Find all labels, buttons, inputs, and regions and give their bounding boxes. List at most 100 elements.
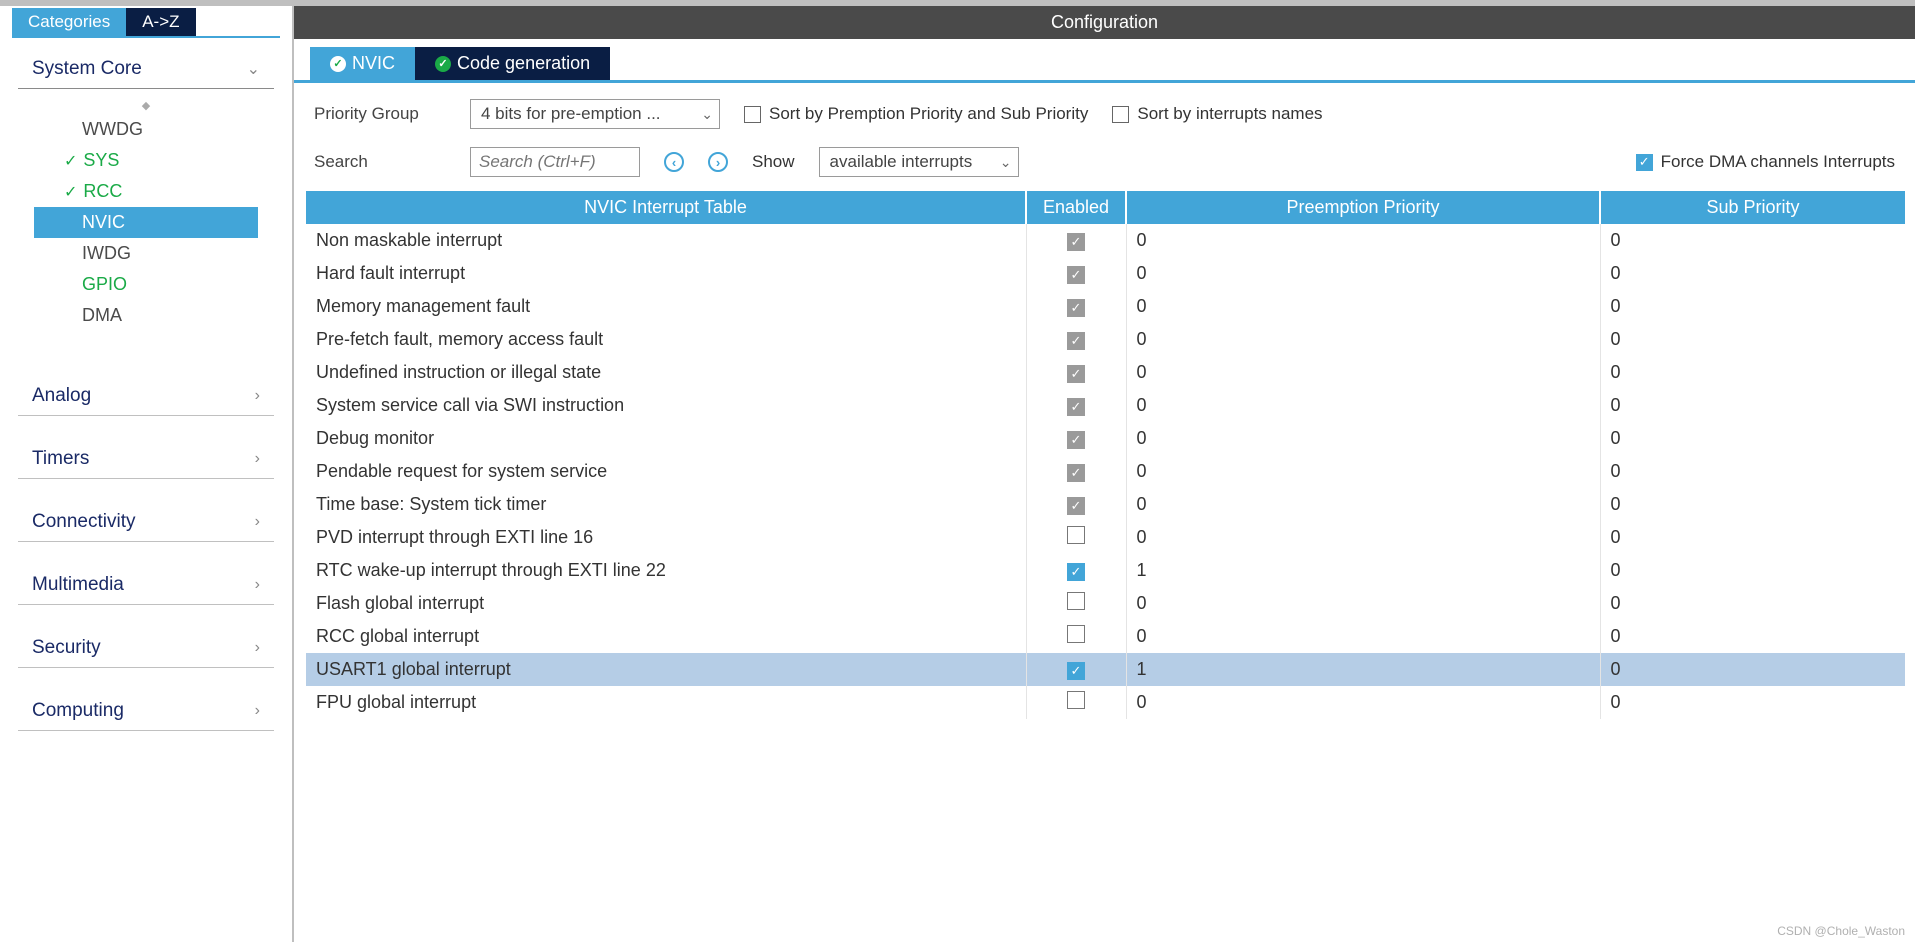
category-timers[interactable]: Timers › [18, 438, 274, 479]
enabled-cell[interactable] [1026, 587, 1126, 620]
enabled-cell[interactable]: ✓ [1026, 653, 1126, 686]
tab-a-to-z[interactable]: A->Z [126, 8, 195, 36]
preemption-priority[interactable]: 0 [1126, 587, 1600, 620]
preemption-priority[interactable]: 0 [1126, 356, 1600, 389]
preemption-priority[interactable]: 0 [1126, 257, 1600, 290]
enabled-cell: ✓ [1026, 290, 1126, 323]
force-dma-checkbox[interactable]: ✓ Force DMA channels Interrupts [1636, 152, 1895, 172]
sub-priority[interactable]: 0 [1600, 554, 1905, 587]
sub-priority[interactable]: 0 [1600, 686, 1905, 719]
enabled-cell[interactable]: ✓ [1026, 554, 1126, 587]
table-row[interactable]: Pre-fetch fault, memory access fault✓00 [306, 323, 1905, 356]
priority-group-select[interactable]: 4 bits for pre-emption ... ⌄ [470, 99, 720, 129]
chevron-down-icon: ⌄ [1000, 154, 1012, 171]
chevron-right-icon: › [255, 387, 260, 405]
table-row[interactable]: Hard fault interrupt✓00 [306, 257, 1905, 290]
preemption-priority[interactable]: 0 [1126, 488, 1600, 521]
sidebar-item-nvic[interactable]: NVIC [34, 207, 258, 238]
table-row[interactable]: FPU global interrupt00 [306, 686, 1905, 719]
sort-by-priority-checkbox[interactable]: Sort by Premption Priority and Sub Prior… [744, 104, 1088, 124]
tab-nvic[interactable]: ✓ NVIC [310, 47, 415, 80]
preemption-priority[interactable]: 0 [1126, 290, 1600, 323]
sidebar-item-label: GPIO [82, 274, 127, 295]
table-row[interactable]: RCC global interrupt00 [306, 620, 1905, 653]
table-row[interactable]: PVD interrupt through EXTI line 16 00 [306, 521, 1905, 554]
table-row[interactable]: Flash global interrupt00 [306, 587, 1905, 620]
checkbox-label: Sort by interrupts names [1137, 104, 1322, 124]
table-row[interactable]: USART1 global interrupt✓10 [306, 653, 1905, 686]
sub-priority[interactable]: 0 [1600, 290, 1905, 323]
checkbox-checked-icon: ✓ [1067, 431, 1085, 449]
sidebar-item-gpio[interactable]: GPIO [34, 269, 258, 300]
checkbox-unchecked-icon [1067, 592, 1085, 610]
col-header-name[interactable]: NVIC Interrupt Table [306, 191, 1026, 224]
preemption-priority[interactable]: 0 [1126, 620, 1600, 653]
interrupt-name: Pre-fetch fault, memory access fault [306, 323, 1026, 356]
sub-priority[interactable]: 0 [1600, 257, 1905, 290]
preemption-priority[interactable]: 1 [1126, 653, 1600, 686]
category-label: Timers [32, 448, 89, 470]
interrupt-name: PVD interrupt through EXTI line 16 [306, 521, 1026, 554]
table-row[interactable]: Debug monitor✓00 [306, 422, 1905, 455]
category-computing[interactable]: Computing› [18, 690, 274, 731]
preemption-priority[interactable]: 0 [1126, 686, 1600, 719]
check-icon: ✓ [64, 182, 77, 202]
sub-priority[interactable]: 0 [1600, 422, 1905, 455]
category-connectivity[interactable]: Connectivity› [18, 501, 274, 542]
sub-priority[interactable]: 0 [1600, 587, 1905, 620]
sub-priority[interactable]: 0 [1600, 620, 1905, 653]
col-header-subpriority[interactable]: Sub Priority [1600, 191, 1905, 224]
preemption-priority[interactable]: 1 [1126, 554, 1600, 587]
table-row[interactable]: Undefined instruction or illegal state✓0… [306, 356, 1905, 389]
checkbox-checked-icon: ✓ [1067, 563, 1085, 581]
sub-priority[interactable]: 0 [1600, 653, 1905, 686]
enabled-cell[interactable] [1026, 620, 1126, 653]
search-next-icon[interactable]: › [708, 152, 728, 172]
preemption-priority[interactable]: 0 [1126, 224, 1600, 257]
table-row[interactable]: System service call via SWI instruction✓… [306, 389, 1905, 422]
preemption-priority[interactable]: 0 [1126, 422, 1600, 455]
interrupt-name: Time base: System tick timer [306, 488, 1026, 521]
sub-priority[interactable]: 0 [1600, 389, 1905, 422]
preemption-priority[interactable]: 0 [1126, 521, 1600, 554]
col-header-preemption[interactable]: Preemption Priority [1126, 191, 1600, 224]
show-select[interactable]: available interrupts ⌄ [819, 147, 1019, 177]
category-multimedia[interactable]: Multimedia› [18, 564, 274, 605]
sidebar-item-sys[interactable]: ✓SYS [34, 145, 258, 176]
sub-priority[interactable]: 0 [1600, 323, 1905, 356]
priority-group-label: Priority Group [314, 104, 446, 124]
category-system-core[interactable]: System Core ⌄ [18, 48, 274, 89]
tab-categories[interactable]: Categories [12, 8, 126, 36]
table-row[interactable]: RTC wake-up interrupt through EXTI line … [306, 554, 1905, 587]
sub-priority[interactable]: 0 [1600, 455, 1905, 488]
sidebar-item-iwdg[interactable]: IWDG [34, 238, 258, 269]
category-label: Multimedia [32, 574, 124, 596]
sidebar-item-rcc[interactable]: ✓ RCC [34, 176, 258, 207]
table-row[interactable]: Non maskable interrupt✓00 [306, 224, 1905, 257]
sub-priority[interactable]: 0 [1600, 356, 1905, 389]
category-security[interactable]: Security› [18, 627, 274, 668]
table-row[interactable]: Memory management fault✓00 [306, 290, 1905, 323]
category-analog[interactable]: Analog› [18, 375, 274, 416]
sort-by-name-checkbox[interactable]: Sort by interrupts names [1112, 104, 1322, 124]
table-row[interactable]: Pendable request for system service✓00 [306, 455, 1905, 488]
sidebar-item-dma[interactable]: DMA [34, 300, 258, 331]
preemption-priority[interactable]: 0 [1126, 455, 1600, 488]
chevron-right-icon: › [255, 450, 260, 468]
enabled-cell[interactable] [1026, 686, 1126, 719]
preemption-priority[interactable]: 0 [1126, 323, 1600, 356]
sidebar-item-wwdg[interactable]: WWDG [34, 114, 258, 145]
checkbox-icon [1112, 106, 1129, 123]
preemption-priority[interactable]: 0 [1126, 389, 1600, 422]
search-prev-icon[interactable]: ‹ [664, 152, 684, 172]
sub-priority[interactable]: 0 [1600, 488, 1905, 521]
sub-priority[interactable]: 0 [1600, 521, 1905, 554]
table-row[interactable]: Time base: System tick timer✓00 [306, 488, 1905, 521]
sub-priority[interactable]: 0 [1600, 224, 1905, 257]
tab-code-generation[interactable]: ✓ Code generation [415, 47, 610, 80]
search-input[interactable] [470, 147, 640, 177]
sort-handle-icon[interactable]: ◆ [20, 97, 272, 114]
col-header-enabled[interactable]: Enabled [1026, 191, 1126, 224]
enabled-cell[interactable] [1026, 521, 1126, 554]
sidebar-item-label: RCC [83, 181, 122, 202]
